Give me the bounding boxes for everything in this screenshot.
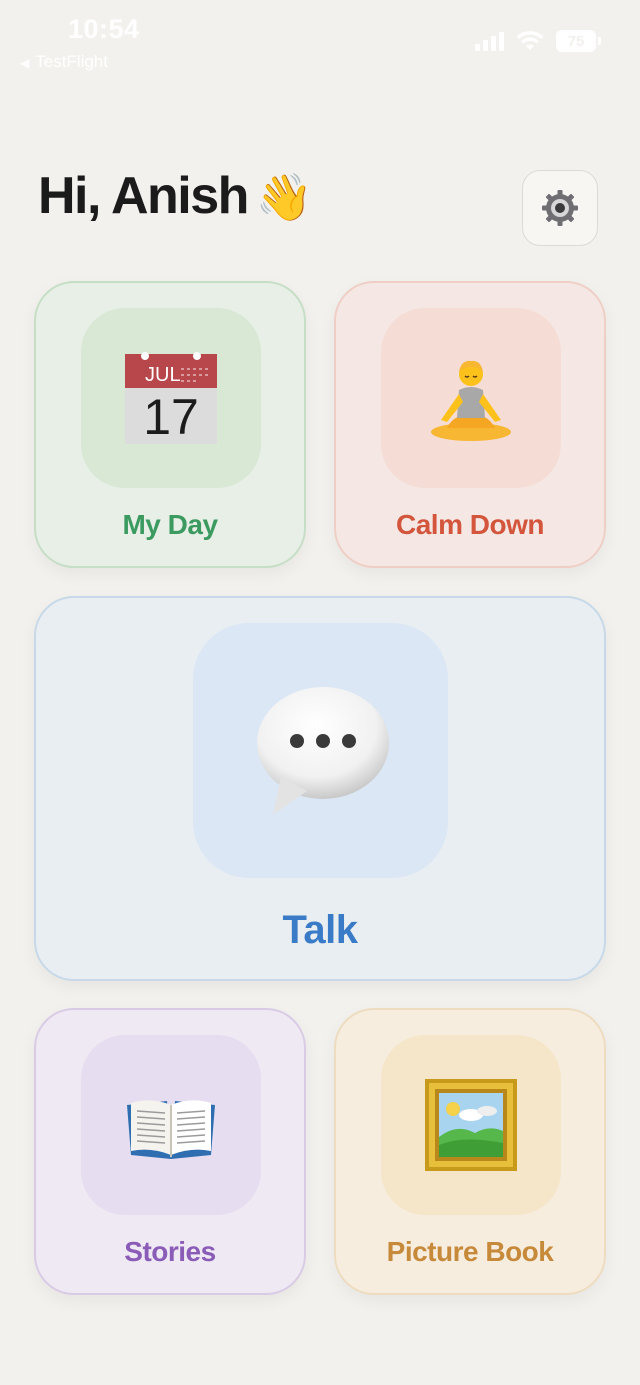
talk-card[interactable]: Talk — [34, 596, 606, 981]
status-time: 10:54 — [68, 14, 140, 44]
stories-icon-tile — [81, 1035, 261, 1215]
status-bar: 10:54 ◀ TestFlight 75 — [0, 0, 640, 80]
gear-icon — [542, 190, 578, 226]
back-app-label: TestFlight — [35, 52, 108, 71]
stories-card[interactable]: Stories — [34, 1008, 306, 1295]
open-book-icon — [127, 1100, 215, 1159]
calendar-icon: JUL 17 — [125, 352, 217, 445]
picture-book-icon-tile — [381, 1035, 561, 1215]
stories-label: Stories — [124, 1236, 216, 1267]
my-day-label: My Day — [122, 509, 218, 540]
meditation-icon — [431, 360, 511, 441]
my-day-icon-tile: JUL 17 — [81, 308, 261, 488]
framed-picture-icon — [425, 1079, 517, 1171]
settings-button[interactable] — [522, 170, 598, 246]
battery-indicator: 75 — [556, 30, 601, 52]
picture-book-label: Picture Book — [386, 1236, 554, 1267]
greeting-heading: Hi, Anish 👋 — [38, 166, 313, 226]
calm-down-label: Calm Down — [396, 509, 544, 540]
cellular-signal-icon — [475, 31, 504, 51]
picture-book-card[interactable]: Picture Book — [334, 1008, 606, 1295]
calendar-month: JUL — [145, 364, 181, 386]
back-arrow-icon: ◀ — [20, 56, 30, 70]
status-icons: 75 — [475, 30, 601, 52]
talk-icon-tile — [193, 623, 448, 878]
calendar-day: 17 — [143, 389, 199, 445]
talk-label: Talk — [282, 908, 358, 952]
wifi-icon — [516, 31, 544, 50]
calm-down-icon-tile — [381, 308, 561, 488]
calm-down-card[interactable]: Calm Down — [334, 281, 606, 568]
greeting-text: Hi, Anish — [38, 167, 249, 225]
back-to-app-link[interactable]: ◀ TestFlight — [20, 52, 108, 72]
waving-hand-icon: 👋 — [255, 170, 313, 224]
speech-bubble-icon — [256, 686, 389, 815]
my-day-card[interactable]: JUL 17 My Day — [34, 281, 306, 568]
